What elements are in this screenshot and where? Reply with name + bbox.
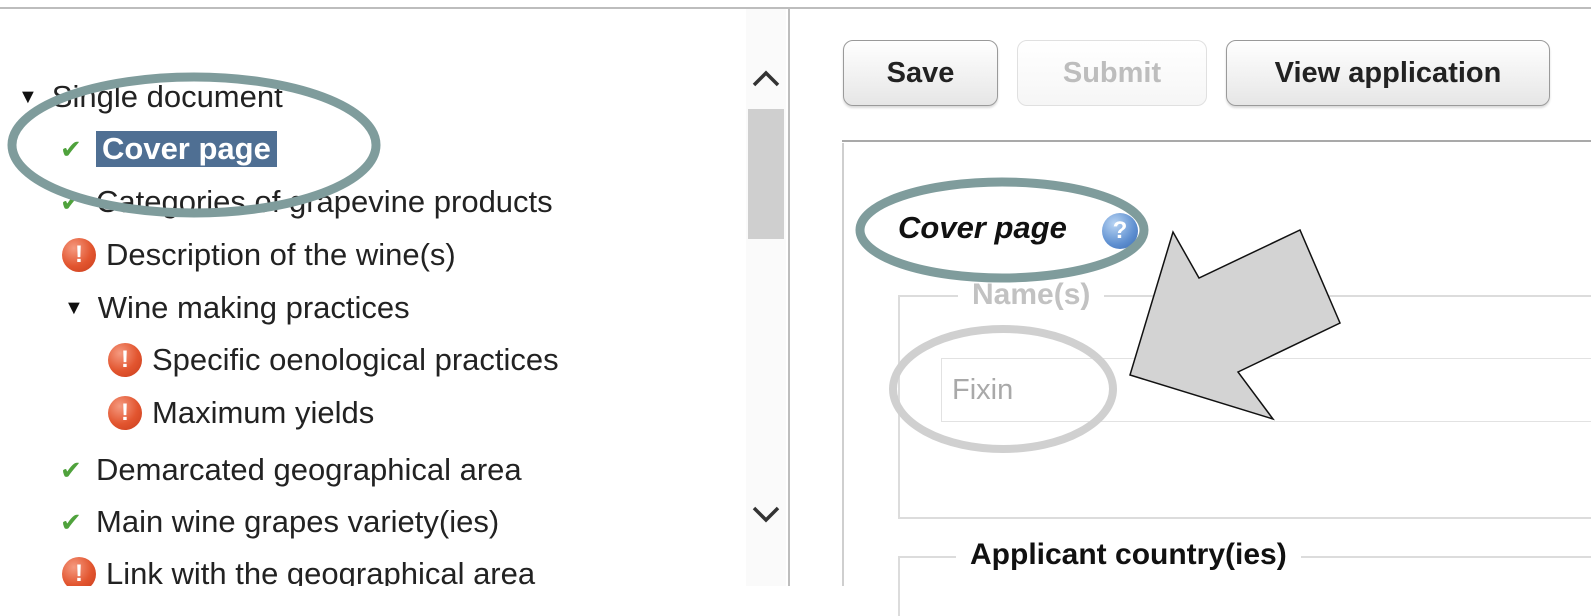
tree-root[interactable]: ▼ Single document [18, 77, 283, 117]
triangle-down-icon[interactable]: ▼ [18, 86, 38, 109]
tree-item-wine-making[interactable]: ▼ Wine making practices [64, 288, 410, 328]
section-title: Cover page [898, 210, 1067, 245]
toolbar-divider [842, 140, 1591, 142]
exclamation-icon: ! [62, 557, 96, 586]
check-icon: ✔ [60, 506, 82, 537]
check-icon: ✔ [60, 133, 82, 164]
tree-item-label: Categories of grapevine products [96, 184, 553, 219]
chevron-down-icon[interactable] [746, 494, 786, 534]
exclamation-icon: ! [108, 396, 142, 430]
tree-item-description[interactable]: ! Description of the wine(s) [62, 235, 456, 275]
tree-item-demarcated[interactable]: ✔ Demarcated geographical area [60, 450, 522, 490]
panel-divider [788, 9, 790, 586]
document-tree: ▼ Single document ✔ Cover page ✔ Categor… [0, 9, 746, 586]
names-legend: Name(s) [958, 278, 1105, 312]
tree-item-label: Link with the geographical area [106, 556, 536, 586]
tree-item-label: Cover page [96, 131, 277, 167]
tree-item-label: Description of the wine(s) [106, 237, 456, 272]
tree-item-categories[interactable]: ✔ Categories of grapevine products [60, 182, 553, 222]
tree-item-grapes[interactable]: ✔ Main wine grapes variety(ies) [60, 502, 499, 542]
exclamation-icon: ! [108, 343, 142, 377]
check-icon: ✔ [60, 454, 82, 485]
country-legend: Applicant country(ies) [956, 538, 1301, 572]
name-input[interactable] [941, 358, 1591, 422]
save-button[interactable]: Save [843, 40, 998, 106]
scrollbar-thumb[interactable] [748, 109, 784, 239]
tree-root-label: Single document [51, 79, 283, 114]
tree-item-cover-page[interactable]: ✔ Cover page [60, 129, 277, 169]
tree-item-label: Demarcated geographical area [96, 452, 522, 487]
tree-item-label: Main wine grapes variety(ies) [96, 504, 500, 539]
tree-item-oenological[interactable]: ! Specific oenological practices [108, 340, 559, 380]
tree-item-link[interactable]: ! Link with the geographical area [62, 554, 535, 586]
check-icon: ✔ [60, 186, 82, 217]
submit-button[interactable]: Submit [1017, 40, 1207, 106]
chevron-up-icon[interactable] [746, 59, 786, 99]
tree-item-label: Specific oenological practices [152, 342, 559, 377]
view-application-button[interactable]: View application [1226, 40, 1550, 106]
triangle-down-icon[interactable]: ▼ [64, 297, 84, 320]
tree-scrollbar[interactable] [746, 9, 786, 586]
tree-item-label: Wine making practices [97, 290, 410, 325]
exclamation-icon: ! [62, 238, 96, 272]
tree-item-yields[interactable]: ! Maximum yields [108, 393, 374, 433]
help-icon[interactable]: ? [1102, 213, 1138, 249]
tree-item-label: Maximum yields [152, 395, 375, 430]
